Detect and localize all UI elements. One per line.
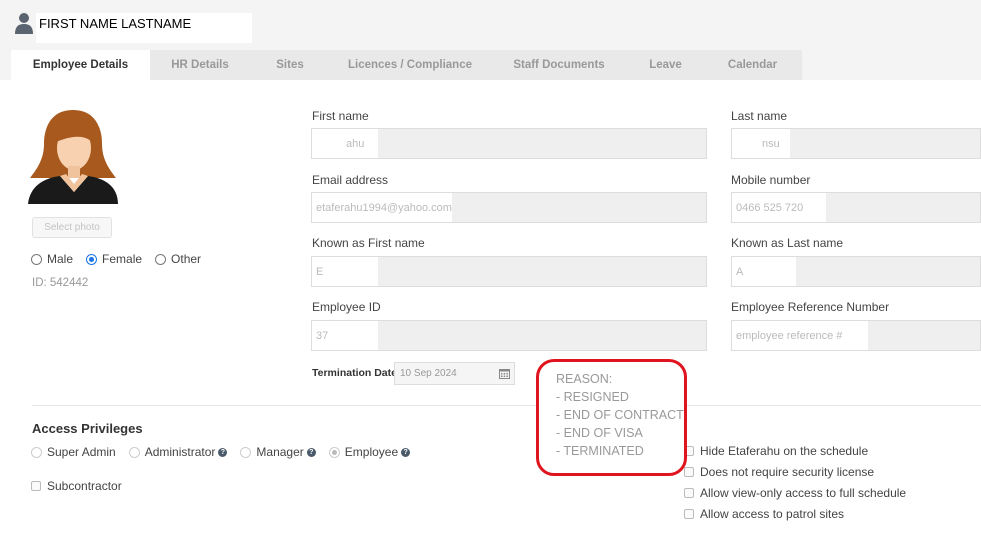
access-role-selector: Super Admin Administrator ? Manager ? Em…: [31, 445, 411, 459]
last-name-field[interactable]: nsu: [731, 128, 981, 159]
tab-employee-details[interactable]: Employee Details: [11, 50, 150, 80]
first-name-field[interactable]: ahu: [311, 128, 707, 159]
reason-end-of-visa: - END OF VISA: [556, 426, 643, 440]
patrol-sites-label: Allow access to patrol sites: [700, 507, 845, 521]
tab-staff-documents[interactable]: Staff Documents: [490, 50, 628, 80]
role-employee-label: Employee: [344, 445, 399, 459]
tab-licences-compliance[interactable]: Licences / Compliance: [330, 50, 490, 80]
role-administrator-label: Administrator: [144, 445, 216, 459]
help-icon[interactable]: ?: [401, 447, 411, 457]
view-only-schedule-checkbox[interactable]: [684, 488, 694, 498]
no-security-license-option[interactable]: Does not require security license: [684, 465, 874, 479]
profile-header: FIRST NAME LASTNAME: [0, 0, 981, 50]
employee-ref-field[interactable]: employee reference #: [731, 320, 981, 351]
gender-male-radio[interactable]: [31, 253, 42, 265]
mobile-label: Mobile number: [731, 173, 811, 187]
reason-end-of-contract: - END OF CONTRACT: [556, 408, 684, 422]
hide-on-schedule-label: Hide Etaferahu on the schedule: [700, 444, 869, 458]
employee-id-text: ID: 542442: [32, 277, 89, 289]
termination-date-label: Termination Date: [312, 367, 397, 379]
gender-female-radio[interactable]: [86, 253, 98, 265]
employee-ref-placeholder: employee reference #: [732, 321, 868, 350]
termination-date-value: 10 Sep 2024: [400, 368, 457, 379]
employee-id-field[interactable]: 37: [311, 320, 707, 351]
role-manager-radio[interactable]: [240, 446, 252, 458]
role-administrator-radio[interactable]: [128, 446, 140, 458]
no-security-license-label: Does not require security license: [700, 465, 875, 479]
view-only-schedule-label: Allow view-only access to full schedule: [700, 486, 907, 500]
last-name-label: Last name: [731, 109, 788, 123]
role-super-admin-radio[interactable]: [31, 446, 42, 458]
calendar-icon[interactable]: [499, 368, 510, 379]
mobile-value: 0466 525 720: [732, 193, 826, 222]
role-super-admin-label: Super Admin: [47, 445, 116, 459]
email-value: etaferahu1994@yahoo.com: [312, 193, 452, 222]
known-last-name-label: Known as Last name: [731, 236, 844, 250]
known-first-name-value: E: [312, 257, 378, 286]
reason-resigned: - RESIGNED: [556, 390, 629, 404]
help-icon[interactable]: ?: [218, 447, 228, 457]
role-employee-radio[interactable]: [328, 446, 340, 458]
subcontractor-checkbox[interactable]: [31, 481, 41, 491]
reason-terminated: - TERMINATED: [556, 444, 644, 458]
employee-id-value: 37: [312, 321, 378, 350]
access-privileges-title: Access Privileges: [32, 421, 143, 436]
tab-calendar[interactable]: Calendar: [703, 50, 802, 80]
known-first-name-label: Known as First name: [312, 236, 425, 250]
gender-male-label: Male: [47, 252, 74, 266]
hide-on-schedule-option[interactable]: Hide Etaferahu on the schedule: [684, 444, 868, 458]
select-photo-button[interactable]: Select photo: [32, 217, 112, 238]
employee-name: FIRST NAME LASTNAME: [36, 13, 252, 43]
email-label: Email address: [312, 173, 389, 187]
tab-hr-details[interactable]: HR Details: [150, 50, 250, 80]
patrol-sites-checkbox[interactable]: [684, 509, 694, 519]
known-first-name-field[interactable]: E: [311, 256, 707, 287]
tab-bar: Employee Details HR Details Sites Licenc…: [0, 50, 981, 80]
last-name-value: nsu: [732, 129, 790, 158]
section-divider: [32, 405, 981, 406]
email-field[interactable]: etaferahu1994@yahoo.com: [311, 192, 707, 223]
no-security-license-checkbox[interactable]: [684, 467, 694, 477]
avatar: [28, 110, 118, 204]
tab-leave[interactable]: Leave: [628, 50, 703, 80]
first-name-value: ahu: [312, 129, 378, 158]
known-last-name-field[interactable]: A: [731, 256, 981, 287]
gender-selector: Male Female Other: [31, 252, 214, 266]
tab-sites[interactable]: Sites: [250, 50, 330, 80]
patrol-sites-option[interactable]: Allow access to patrol sites: [684, 507, 844, 521]
help-icon[interactable]: ?: [306, 447, 316, 457]
employee-ref-label: Employee Reference Number: [731, 300, 890, 314]
reason-title: REASON:: [556, 372, 613, 386]
mobile-field[interactable]: 0466 525 720: [731, 192, 981, 223]
first-name-label: First name: [312, 109, 369, 123]
known-last-name-value: A: [732, 257, 796, 286]
view-only-schedule-option[interactable]: Allow view-only access to full schedule: [684, 486, 906, 500]
role-manager-label: Manager: [256, 445, 304, 459]
subcontractor-option[interactable]: Subcontractor: [31, 479, 122, 493]
subcontractor-label: Subcontractor: [47, 479, 122, 493]
user-icon: [15, 13, 33, 34]
termination-reason-annotation: REASON: - RESIGNED - END OF CONTRACT - E…: [536, 359, 687, 476]
gender-other-radio[interactable]: [155, 253, 167, 265]
gender-other-label: Other: [171, 252, 202, 266]
employee-id-label: Employee ID: [312, 300, 381, 314]
gender-female-label: Female: [102, 252, 143, 266]
termination-date-field[interactable]: 10 Sep 2024: [394, 362, 515, 385]
